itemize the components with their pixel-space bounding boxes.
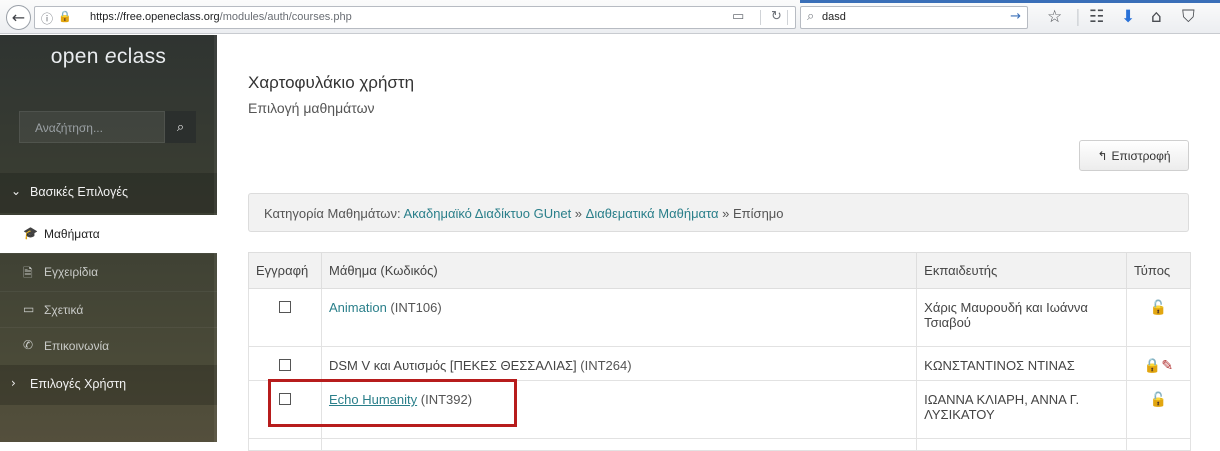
header-course: Μάθημα (Κωδικός)	[320, 252, 918, 289]
url-path: /modules/auth/courses.php	[219, 11, 352, 23]
back-button-label: Επιστροφή	[1111, 148, 1171, 163]
table-row	[248, 438, 1191, 451]
url-host: https://free.openeclass.org	[90, 11, 220, 23]
logo-text-suffix: class	[116, 45, 167, 68]
graduation-cap-icon: 🎓	[23, 226, 38, 240]
chevron-down-icon: ⌄	[11, 184, 22, 198]
breadcrumb: Κατηγορία Μαθημάτων: Ακαδημαϊκό Διαδίκτυ…	[248, 193, 1189, 232]
reading-list-icon[interactable]: ☷	[1089, 7, 1104, 27]
course-cell: DSM V και Αυτισμός [ΠΕΚΕΣ ΘΕΣΣΑΛΙΑΣ] (IN…	[320, 346, 918, 381]
search-icon[interactable]: ⌕	[165, 111, 196, 143]
home-icon[interactable]: ⌂	[1151, 7, 1162, 27]
chevron-right-icon: ›	[11, 376, 16, 390]
url-bar[interactable]: ⓘ 🔒 https://free.openeclass.org/modules/…	[34, 6, 796, 29]
table-row: DSM V και Αυτισμός [ΠΕΚΕΣ ΘΕΣΣΑΛΙΑΣ] (IN…	[248, 346, 1191, 381]
type-cell	[1126, 438, 1191, 451]
type-cell: 🔓	[1126, 288, 1191, 347]
sidebar-item-manuals[interactable]: 🗎 Εγχειρίδια	[0, 253, 217, 291]
unlock-icon: 🔓	[1149, 392, 1168, 408]
register-checkbox[interactable]	[278, 359, 291, 371]
url-separator	[760, 10, 761, 25]
register-checkbox[interactable]	[278, 301, 291, 313]
reply-icon: ↰	[1097, 148, 1108, 163]
url-separator	[787, 10, 788, 25]
pocket-icon[interactable]: ⛉	[1182, 7, 1195, 27]
page-subtitle: Επιλογή μαθημάτων	[248, 100, 375, 116]
sidebar-item-about[interactable]: ▭ Σχετικά	[0, 291, 217, 329]
registration-lock-icon: 🔒✎	[1143, 358, 1174, 374]
toolbar-separator: |	[1075, 7, 1081, 27]
download-icon[interactable]: ⬇	[1121, 7, 1135, 27]
sidebar-search: Αναζήτηση... ⌕	[19, 111, 196, 143]
sidebar-item-label: Σχετικά	[44, 303, 84, 317]
course-cell: Animation (INT106)	[320, 288, 918, 347]
breadcrumb-current: Επίσημο	[733, 206, 784, 221]
course-code: (INT264)	[576, 358, 632, 373]
teacher-cell	[916, 438, 1127, 451]
reader-icon[interactable]: ▭	[732, 9, 744, 24]
reload-icon[interactable]: ↻	[771, 9, 782, 24]
register-cell	[248, 346, 322, 381]
card-icon: ▭	[23, 302, 35, 316]
sidebar-item-label: Μαθήματα	[44, 227, 100, 241]
type-cell: 🔓	[1126, 380, 1191, 439]
teacher-cell: Χάρις Μαυρουδή και Ιωάννα Τσιαβού	[916, 288, 1127, 347]
info-icon[interactable]: ⓘ	[41, 10, 53, 27]
lock-icon: 🔒	[58, 10, 72, 23]
back-arrow-icon[interactable]: ←	[6, 5, 31, 30]
sidebar-search-input[interactable]: Αναζήτηση...	[19, 111, 165, 143]
breadcrumb-separator: »	[718, 206, 734, 221]
section-user-options[interactable]: › Επιλογές Χρήστη	[0, 365, 217, 405]
logo-e: e	[104, 45, 117, 68]
header-type: Τύπος	[1126, 252, 1191, 289]
sidebar-item-label: Επικοινωνία	[44, 339, 110, 353]
breadcrumb-separator: »	[571, 206, 586, 221]
search-icon: ⌕	[807, 9, 815, 24]
section-user-label: Επιλογές Χρήστη	[30, 377, 127, 391]
course-link[interactable]: Animation	[329, 300, 387, 315]
breadcrumb-link-gunet[interactable]: Ακαδημαϊκό Διαδίκτυο GUnet	[403, 206, 571, 221]
go-arrow-icon[interactable]: →	[1010, 9, 1021, 24]
breadcrumb-prefix: Κατηγορία Μαθημάτων:	[264, 206, 404, 221]
header-register: Εγγραφή	[248, 252, 322, 289]
course-cell	[320, 438, 918, 451]
browser-toolbar: ← ⓘ 🔒 https://free.openeclass.org/module…	[0, 0, 1220, 34]
url-text[interactable]: https://free.openeclass.org/modules/auth…	[90, 11, 352, 23]
document-icon: 🗎	[23, 266, 33, 280]
course-name: DSM V και Αυτισμός [ΠΕΚΕΣ ΘΕΣΣΑΛΙΑΣ]	[328, 358, 577, 373]
type-cell: 🔒✎	[1126, 346, 1191, 381]
sidebar-item-courses[interactable]: 🎓 Μαθήματα	[0, 215, 217, 253]
star-icon[interactable]: ☆	[1047, 7, 1062, 27]
sidebar-item-label: Εγχειρίδια	[44, 265, 99, 279]
section-main-label: Βασικές Επιλογές	[30, 185, 128, 199]
phone-icon: ✆	[23, 338, 34, 352]
teacher-cell: ΚΩΝΣΤΑΝΤΙΝΟΣ ΝΤΙΝΑΣ	[916, 346, 1127, 381]
section-main-options[interactable]: ⌄ Βασικές Επιλογές	[0, 173, 217, 213]
teacher-cell: ΙΩΑΝΝΑ ΚΛΙΑΡΗ, ΑΝΝΑ Γ. ΛΥΣΙΚΑΤΟΥ	[916, 380, 1127, 439]
back-button[interactable]: ↰ Επιστροφή	[1079, 140, 1189, 171]
page-title: Χαρτοφυλάκιο χρήστη	[248, 73, 415, 92]
logo[interactable]: open eclass	[0, 45, 217, 69]
search-bar[interactable]: ⌕ dasd →	[800, 6, 1028, 29]
table-header-row: Εγγραφή Μάθημα (Κωδικός) Εκπαιδευτής Τύπ…	[248, 252, 1191, 289]
unlock-icon: 🔓	[1149, 300, 1168, 316]
highlight-box	[268, 379, 517, 427]
header-teacher: Εκπαιδευτής	[916, 252, 1127, 289]
table-row: Animation (INT106) Χάρις Μαυρουδή και Ιω…	[248, 288, 1191, 347]
logo-text: open	[50, 45, 105, 68]
sidebar-item-contact[interactable]: ✆ Επικοινωνία	[0, 327, 217, 365]
register-cell	[248, 288, 322, 347]
register-cell	[248, 438, 322, 451]
course-code: (INT106)	[386, 300, 442, 315]
breadcrumb-link-cross-curricular[interactable]: Διαθεματικά Μαθήματα	[586, 206, 719, 221]
search-value: dasd	[822, 11, 846, 23]
sidebar: open eclass Αναζήτηση... ⌕ ⌄ Βασικές Επι…	[0, 35, 217, 442]
